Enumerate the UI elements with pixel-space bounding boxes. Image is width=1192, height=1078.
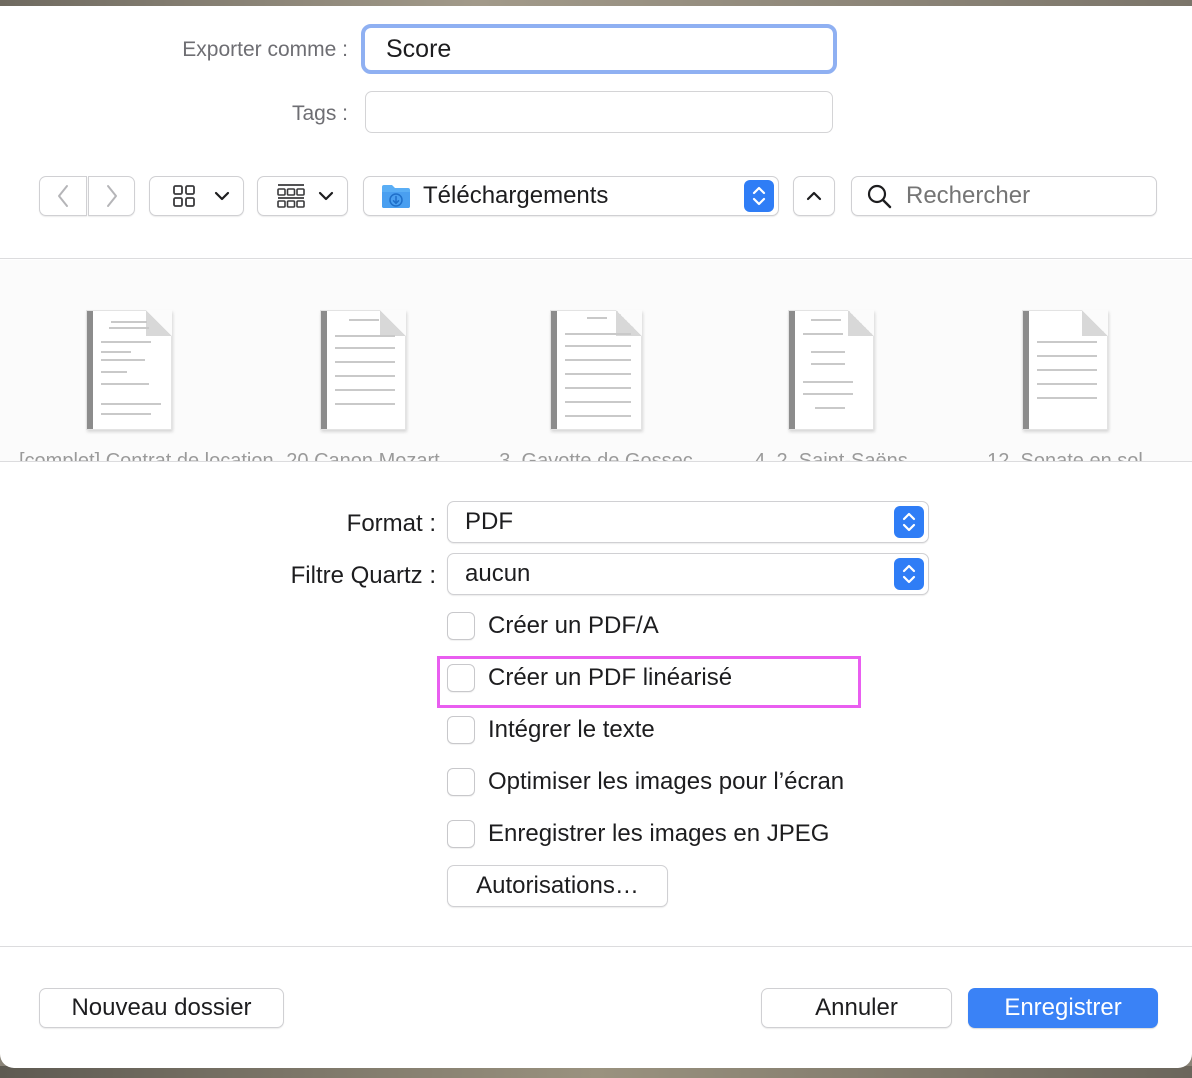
downloads-folder-icon — [382, 185, 410, 208]
format-value: PDF — [465, 508, 513, 535]
file-item[interactable]: 20 Canon Mozart — [286, 310, 440, 462]
new-folder-button[interactable]: Nouveau dossier — [39, 988, 284, 1028]
export-dialog: Exporter comme : Tags : — [0, 6, 1192, 1068]
document-thumbnail-icon — [86, 310, 172, 430]
format-label: Format : — [346, 510, 436, 537]
chevron-down-icon — [214, 191, 230, 201]
document-thumbnail-icon — [788, 310, 874, 430]
optimize-images-checkbox-label: Optimiser les images pour l’écran — [488, 768, 845, 795]
jpeg-checkbox[interactable] — [447, 820, 475, 848]
jpeg-checkbox-label: Enregistrer les images en JPEG — [488, 820, 830, 847]
format-stepper-icon — [894, 506, 924, 538]
document-thumbnail-icon — [320, 310, 406, 430]
tags-label: Tags : — [291, 102, 348, 125]
checkbox-row-optimize-images[interactable]: Optimiser les images pour l’écran — [447, 765, 844, 799]
chevron-up-icon — [806, 191, 822, 201]
toolbar-divider — [0, 258, 1192, 259]
grid-view-icon — [173, 185, 195, 207]
chevron-left-icon — [58, 185, 68, 207]
search-icon — [867, 184, 892, 209]
save-button[interactable]: Enregistrer — [968, 988, 1158, 1028]
checkbox-row-jpeg[interactable]: Enregistrer les images en JPEG — [447, 817, 829, 851]
pdfa-checkbox[interactable] — [447, 612, 475, 640]
chevron-down-icon — [318, 191, 334, 201]
search-field-container — [851, 176, 1157, 216]
forward-button[interactable] — [88, 176, 135, 216]
document-thumbnail-icon — [1022, 310, 1108, 430]
file-item[interactable]: 12. Sonate en sol — [987, 310, 1143, 462]
embed-text-checkbox-label: Intégrer le texte — [488, 716, 655, 743]
file-browser: [complet] Contrat de location 20 Canon M… — [0, 260, 1192, 462]
chevron-right-icon — [106, 185, 117, 207]
quartz-stepper-icon — [894, 558, 924, 590]
embed-text-checkbox[interactable] — [447, 716, 475, 744]
collapse-button[interactable] — [793, 176, 835, 216]
permissions-button[interactable]: Autorisations… — [447, 865, 668, 907]
export-as-label: Exporter comme : — [182, 38, 348, 61]
quartz-filter-value: aucun — [465, 560, 531, 587]
optimize-images-checkbox[interactable] — [447, 768, 475, 796]
tags-field-container — [365, 91, 833, 133]
view-mode-button[interactable] — [149, 176, 244, 216]
browser-divider — [0, 461, 1192, 462]
quartz-filter-label: Filtre Quartz : — [290, 562, 436, 589]
search-input[interactable] — [906, 182, 1146, 210]
file-item[interactable]: 3. Gavotte de Gossec — [499, 310, 693, 462]
file-item[interactable]: 4. 2. Saint-Saëns — [754, 310, 908, 462]
checkbox-row-pdfa[interactable]: Créer un PDF/A — [447, 609, 659, 643]
location-label: Téléchargements — [423, 182, 609, 209]
file-item[interactable]: [complet] Contrat de location — [19, 310, 274, 462]
export-as-field[interactable] — [365, 28, 833, 70]
document-thumbnail-icon — [550, 310, 642, 430]
group-view-icon — [277, 184, 305, 208]
tags-field[interactable] — [366, 92, 832, 132]
quartz-filter-popup[interactable]: aucun — [447, 553, 929, 595]
footer-divider — [0, 946, 1192, 947]
location-stepper-icon — [744, 180, 774, 212]
pdfa-checkbox-label: Créer un PDF/A — [488, 612, 659, 639]
highlight-box — [437, 656, 861, 708]
format-popup[interactable]: PDF — [447, 501, 929, 543]
location-popup[interactable]: Téléchargements — [363, 176, 779, 216]
back-button[interactable] — [39, 176, 87, 216]
cancel-button[interactable]: Annuler — [761, 988, 952, 1028]
export-as-field-container — [361, 24, 837, 74]
group-mode-button[interactable] — [257, 176, 348, 216]
checkbox-row-embed-text[interactable]: Intégrer le texte — [447, 713, 655, 747]
